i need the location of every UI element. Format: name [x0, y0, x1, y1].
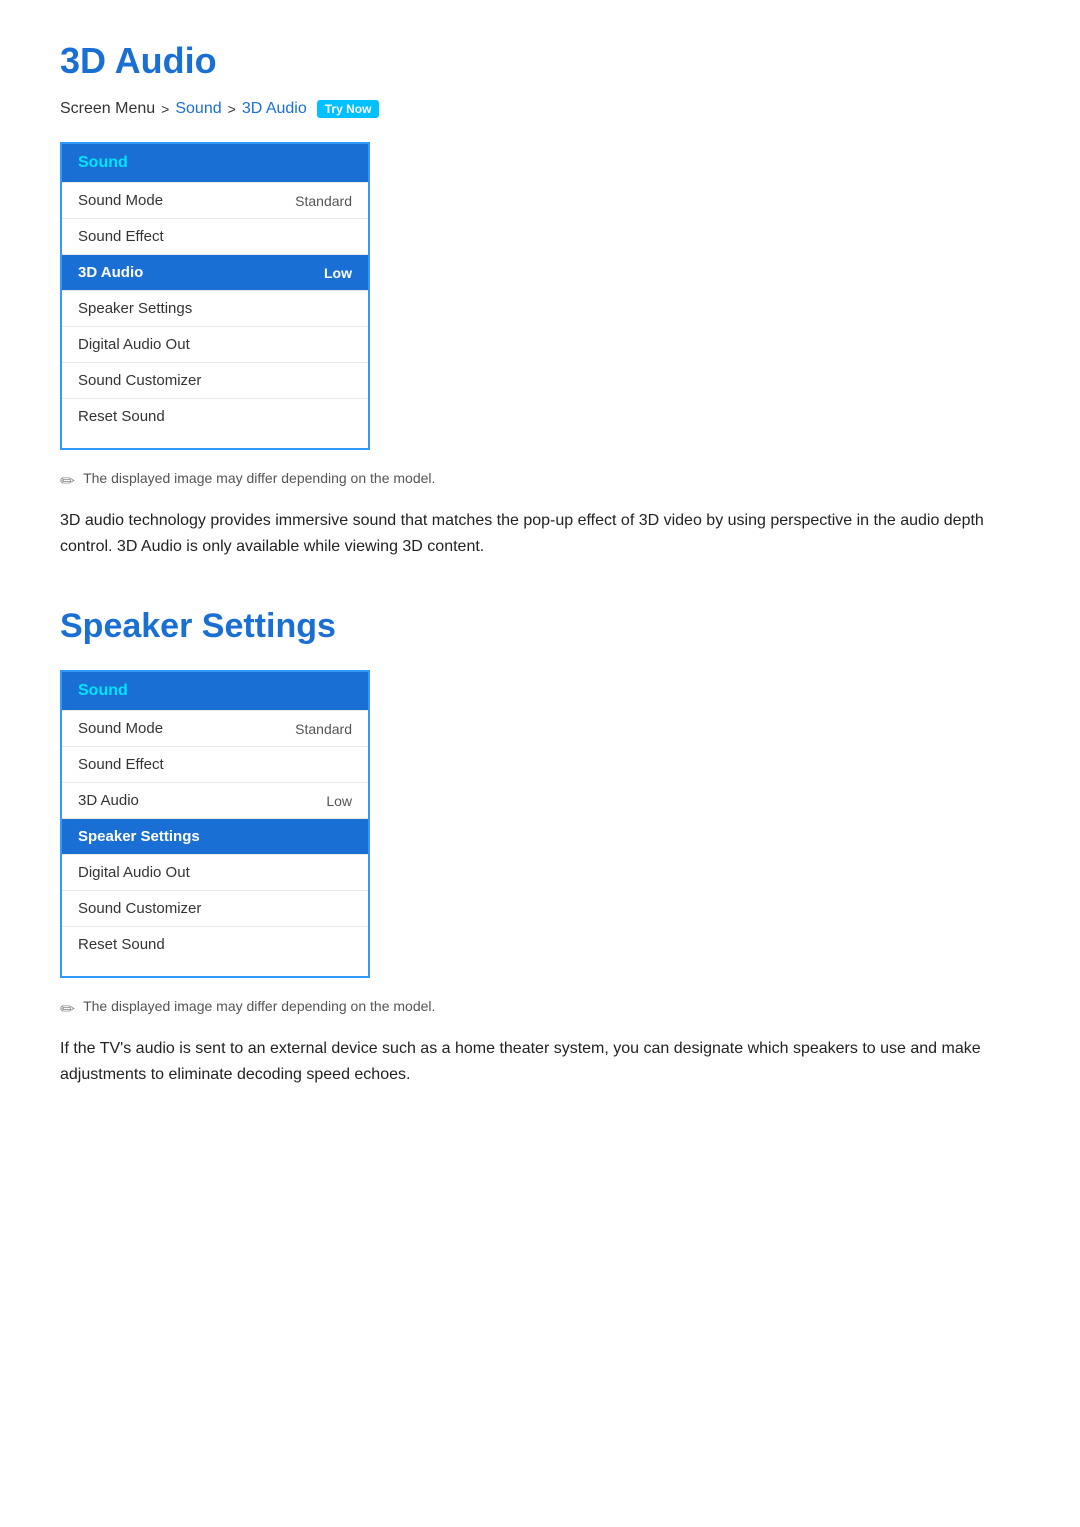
page-title: 3D Audio	[60, 40, 1020, 82]
section2-title: Speaker Settings	[60, 607, 1020, 646]
menu-item-value: Standard	[295, 721, 352, 737]
menu-item-3daudio-2[interactable]: 3D Audio Low	[62, 782, 368, 818]
menu-item-label: Sound Mode	[78, 720, 163, 737]
menu-item-speaker-settings-2[interactable]: Speaker Settings	[62, 818, 368, 854]
menu-item-reset-sound-2[interactable]: Reset Sound	[62, 926, 368, 962]
menu-item-sound-mode-2[interactable]: Sound Mode Standard	[62, 710, 368, 746]
breadcrumb-screen-menu: Screen Menu	[60, 100, 155, 118]
breadcrumb: Screen Menu > Sound > 3D Audio Try Now	[60, 100, 1020, 118]
note-row-2: ✏ The displayed image may differ dependi…	[60, 998, 1020, 1020]
menu-item-label: Sound Customizer	[78, 900, 201, 917]
note-text-2: The displayed image may differ depending…	[83, 998, 435, 1014]
menu-item-sound-effect-1[interactable]: Sound Effect	[62, 218, 368, 254]
menu-box-1: Sound Sound Mode Standard Sound Effect 3…	[60, 142, 370, 450]
menu-item-label: Digital Audio Out	[78, 864, 190, 881]
menu-item-label: Sound Mode	[78, 192, 163, 209]
pencil-icon-2: ✏	[60, 999, 75, 1020]
menu-item-label: Reset Sound	[78, 408, 165, 425]
menu-item-label: Speaker Settings	[78, 300, 192, 317]
menu-item-speaker-settings-1[interactable]: Speaker Settings	[62, 290, 368, 326]
menu-item-label: 3D Audio	[78, 264, 143, 281]
menu-item-label: Digital Audio Out	[78, 336, 190, 353]
menu-item-digital-audio-out-2[interactable]: Digital Audio Out	[62, 854, 368, 890]
menu-footer-1	[62, 434, 368, 448]
menu-item-label: Reset Sound	[78, 936, 165, 953]
breadcrumb-sound[interactable]: Sound	[175, 100, 221, 118]
description-2: If the TV's audio is sent to an external…	[60, 1036, 1020, 1087]
menu-item-value: Low	[324, 265, 352, 281]
breadcrumb-3daudio[interactable]: 3D Audio	[242, 100, 307, 118]
menu-item-3daudio-1[interactable]: 3D Audio Low	[62, 254, 368, 290]
menu-item-label: Speaker Settings	[78, 828, 200, 845]
menu-header-2: Sound	[62, 672, 368, 710]
menu-item-sound-mode-1[interactable]: Sound Mode Standard	[62, 182, 368, 218]
menu-footer-2	[62, 962, 368, 976]
menu-header-1: Sound	[62, 144, 368, 182]
menu-item-label: 3D Audio	[78, 792, 139, 809]
menu-item-digital-audio-out-1[interactable]: Digital Audio Out	[62, 326, 368, 362]
menu-item-sound-customizer-1[interactable]: Sound Customizer	[62, 362, 368, 398]
breadcrumb-sep2: >	[228, 101, 236, 117]
menu-item-label: Sound Effect	[78, 228, 164, 245]
menu-item-value: Standard	[295, 193, 352, 209]
note-text-1: The displayed image may differ depending…	[83, 470, 435, 486]
menu-item-reset-sound-1[interactable]: Reset Sound	[62, 398, 368, 434]
menu-item-value: Low	[326, 793, 352, 809]
menu-box-2: Sound Sound Mode Standard Sound Effect 3…	[60, 670, 370, 978]
menu-item-sound-effect-2[interactable]: Sound Effect	[62, 746, 368, 782]
description-1: 3D audio technology provides immersive s…	[60, 508, 1020, 559]
note-row-1: ✏ The displayed image may differ dependi…	[60, 470, 1020, 492]
try-now-badge[interactable]: Try Now	[317, 100, 380, 118]
breadcrumb-sep1: >	[161, 101, 169, 117]
menu-item-label: Sound Effect	[78, 756, 164, 773]
pencil-icon-1: ✏	[60, 471, 75, 492]
menu-item-label: Sound Customizer	[78, 372, 201, 389]
menu-item-sound-customizer-2[interactable]: Sound Customizer	[62, 890, 368, 926]
